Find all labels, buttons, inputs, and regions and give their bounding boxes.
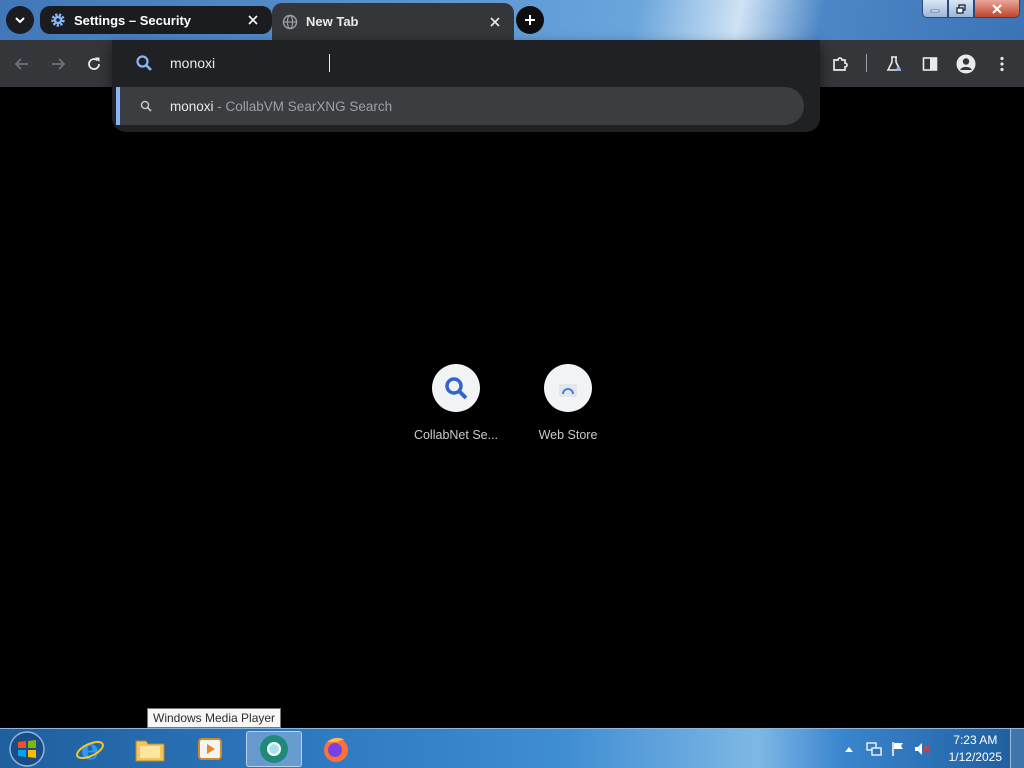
web-store-icon	[559, 384, 577, 397]
tab-title: Settings – Security	[74, 12, 192, 28]
close-icon	[490, 16, 500, 27]
close-icon	[992, 3, 1002, 14]
side-panel-button[interactable]	[918, 52, 942, 76]
shortcut-label: Web Store	[538, 428, 598, 442]
minimize-button[interactable]	[922, 0, 948, 18]
tab-search-button[interactable]	[6, 6, 34, 34]
shortcut-tile[interactable]: Web Store	[518, 364, 618, 442]
volume-muted-icon[interactable]	[914, 741, 930, 757]
start-button[interactable]	[6, 730, 48, 768]
folder-icon	[135, 740, 165, 762]
window-controls	[922, 0, 1020, 18]
reload-button[interactable]	[82, 52, 106, 76]
taskbar-tooltip: Windows Media Player	[147, 708, 282, 728]
taskbar-file-explorer[interactable]	[122, 731, 178, 767]
shortcut-icon-circle	[432, 364, 480, 412]
network-icon[interactable]	[866, 741, 882, 757]
firefox-icon	[324, 737, 348, 762]
internet-explorer-icon: e	[76, 734, 104, 764]
puzzle-icon	[833, 57, 848, 71]
profile-button[interactable]	[954, 52, 978, 76]
windows-logo-icon	[9, 731, 45, 767]
extensions-button[interactable]	[828, 52, 852, 76]
suggestion-query: monoxi	[170, 98, 214, 114]
suggestion-text: monoxi - CollabVM SearXNG Search	[170, 99, 392, 114]
taskbar-firefox[interactable]	[308, 731, 364, 767]
shortcut-label: CollabNet Se...	[413, 428, 499, 442]
labs-button[interactable]	[882, 52, 906, 76]
taskbar-clock[interactable]: 7:23 AM 1/12/2025	[949, 732, 1002, 766]
chromium-icon	[260, 735, 288, 763]
search-icon	[445, 377, 468, 400]
media-player-icon	[198, 738, 222, 760]
clock-date: 1/12/2025	[948, 750, 1002, 764]
close-window-button[interactable]	[974, 0, 1020, 18]
omnibox-input[interactable]	[170, 53, 770, 73]
show-desktop-button[interactable]	[1010, 729, 1024, 768]
tab-strip: Settings – Security New Tab	[0, 0, 1024, 40]
shortcut-tile[interactable]: CollabNet Se...	[406, 364, 506, 442]
tab-settings-security[interactable]: Settings – Security	[40, 6, 272, 34]
taskbar-internet-explorer[interactable]: e	[62, 731, 118, 767]
suggestion-description: CollabVM SearXNG Search	[225, 98, 393, 114]
forward-button[interactable]	[46, 52, 70, 76]
side-panel-icon	[922, 57, 938, 71]
text-caret	[329, 54, 330, 72]
close-icon	[248, 15, 258, 25]
screen: Settings – Security New Tab monoxi monox…	[0, 0, 1024, 768]
arrow-right-icon	[52, 58, 66, 70]
tab-title: New Tab	[306, 14, 359, 29]
restore-button[interactable]	[948, 0, 974, 18]
new-tab-button[interactable]	[516, 6, 544, 34]
arrow-left-icon	[14, 58, 28, 70]
search-icon	[140, 100, 152, 112]
shortcut-icon-circle	[544, 364, 592, 412]
minimize-icon	[930, 9, 940, 12]
taskbar-windows-media-player[interactable]	[182, 731, 238, 767]
reload-icon	[88, 57, 100, 70]
toolbar-separator	[866, 54, 867, 72]
chevron-down-icon	[15, 17, 25, 24]
back-button[interactable]	[10, 52, 34, 76]
flask-icon	[886, 56, 902, 71]
restore-icon	[956, 3, 966, 14]
close-tab-button[interactable]	[244, 11, 262, 29]
omnibox-popup: monoxi - CollabVM SearXNG Search	[112, 40, 820, 132]
system-tray	[844, 729, 930, 768]
menu-button[interactable]	[990, 52, 1014, 76]
close-tab-button[interactable]	[486, 13, 504, 31]
taskbar-chromium[interactable]	[246, 731, 302, 767]
svg-text:e: e	[81, 734, 99, 764]
omnibox[interactable]	[112, 40, 820, 86]
suggestion-separator: -	[213, 98, 226, 114]
avatar-icon	[956, 54, 976, 74]
omnibox-suggestion[interactable]: monoxi - CollabVM SearXNG Search	[116, 87, 804, 125]
search-icon	[136, 55, 152, 71]
show-hidden-icons-icon[interactable]	[844, 745, 854, 753]
kebab-menu-icon	[1000, 56, 1004, 72]
plus-icon	[525, 15, 535, 25]
gear-icon	[51, 13, 65, 27]
clock-time: 7:23 AM	[953, 733, 998, 747]
taskbar: e 7:23 AM 1/12/2025	[0, 728, 1024, 768]
globe-icon	[282, 14, 298, 29]
tab-new-tab[interactable]: New Tab	[272, 3, 514, 40]
suggestion-focus-indicator	[116, 87, 120, 125]
action-center-flag-icon[interactable]	[890, 741, 906, 757]
